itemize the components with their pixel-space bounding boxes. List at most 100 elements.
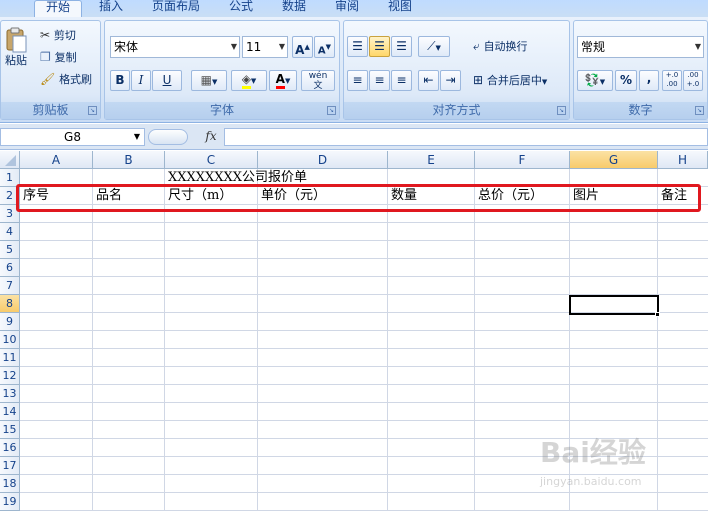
borders-button[interactable]: ▦▼ [191, 70, 227, 91]
copy-label: 复制 [54, 51, 77, 64]
watermark-url: jingyan.baidu.com [540, 475, 642, 488]
paste-button[interactable]: 粘贴 [2, 25, 30, 85]
cut-button[interactable]: ✂ 剪切 [39, 26, 99, 44]
name-box[interactable]: G8 ▼ [0, 128, 145, 146]
active-cell-g8[interactable] [569, 295, 659, 315]
column-gridline [92, 169, 93, 511]
formula-bar-splitter[interactable] [148, 129, 188, 145]
increase-decimal-button[interactable]: +.0 .00 [662, 70, 682, 91]
grow-font-button[interactable]: A▲ [292, 36, 313, 58]
percent-button[interactable]: % [615, 70, 637, 91]
middle-align-button[interactable]: ☰ [369, 36, 390, 57]
font-size-select[interactable]: 11 ▼ [242, 36, 288, 58]
decrease-decimal-button[interactable]: .00 +.0 [683, 70, 703, 91]
align-right-icon: ≡ [396, 73, 407, 87]
decrease-indent-button[interactable]: ⇤ [418, 70, 439, 91]
orientation-button[interactable]: ⟋▼ [418, 36, 450, 57]
column-header-g[interactable]: G [570, 151, 658, 169]
row-header-12[interactable]: 12 [0, 367, 20, 385]
copy-button[interactable]: ❐ 复制 [39, 48, 99, 66]
row-header-4[interactable]: 4 [0, 223, 20, 241]
formula-input[interactable] [224, 128, 708, 146]
tab-insert[interactable]: 插入 [92, 0, 130, 17]
alignment-group-label: 对齐方式 [344, 102, 569, 119]
number-format-select[interactable]: 常规 ▼ [577, 36, 704, 58]
row-header-16[interactable]: 16 [0, 439, 20, 457]
tab-data[interactable]: 数据 [275, 0, 313, 17]
tab-home[interactable]: 开始 [34, 0, 82, 17]
row-header-17[interactable]: 17 [0, 457, 20, 475]
select-all-corner[interactable] [0, 151, 20, 169]
bold-button[interactable]: B [110, 70, 130, 91]
column-gridline [387, 169, 388, 511]
row-gridline [20, 240, 708, 241]
format-painter-button[interactable]: 🖌 格式刷 [39, 70, 99, 88]
row-header-5[interactable]: 5 [0, 241, 20, 259]
underline-button[interactable]: U [152, 70, 182, 91]
increase-indent-button[interactable]: ⇥ [440, 70, 461, 91]
chevron-down-icon: ▼ [250, 77, 257, 85]
bottom-align-button[interactable]: ☰ [391, 36, 412, 57]
column-header-h[interactable]: H [658, 151, 708, 169]
column-header-e[interactable]: E [388, 151, 475, 169]
clipboard-group: 粘贴 ✂ 剪切 ❐ 复制 🖌 格式刷 剪贴板 ↘ [0, 20, 101, 120]
row-header-15[interactable]: 15 [0, 421, 20, 439]
shrink-font-button[interactable]: A▼ [314, 36, 335, 58]
column-header-b[interactable]: B [93, 151, 165, 169]
clipboard-launcher-icon[interactable]: ↘ [88, 106, 97, 115]
copy-icon: ❐ [40, 50, 51, 64]
tab-review[interactable]: 审阅 [328, 0, 366, 17]
alignment-launcher-icon[interactable]: ↘ [557, 106, 566, 115]
row-header-6[interactable]: 6 [0, 259, 20, 277]
name-box-value: G8 [64, 130, 81, 144]
number-group-label: 数字 [574, 102, 707, 119]
number-launcher-icon[interactable]: ↘ [695, 106, 704, 115]
row-header-14[interactable]: 14 [0, 403, 20, 421]
row-header-7[interactable]: 7 [0, 277, 20, 295]
align-left-button[interactable]: ≡ [347, 70, 368, 91]
paint-bucket-icon: ◈ [241, 72, 251, 89]
chevron-down-icon: ▼ [278, 42, 285, 51]
chevron-down-icon: ▼ [230, 42, 237, 51]
row-header-9[interactable]: 9 [0, 313, 20, 331]
chevron-down-icon: ▼ [694, 42, 701, 51]
align-center-button[interactable]: ≡ [369, 70, 390, 91]
phonetic-button[interactable]: wén 文 [301, 70, 335, 91]
font-color-button[interactable]: A▼ [269, 70, 297, 91]
font-name-select[interactable]: 宋体 ▼ [110, 36, 240, 58]
column-gridline [164, 169, 165, 511]
align-right-button[interactable]: ≡ [391, 70, 412, 91]
fill-handle[interactable] [655, 312, 660, 317]
wrap-text-button[interactable]: ⤶ 自动换行 [472, 36, 567, 57]
column-header-c[interactable]: C [165, 151, 258, 169]
merge-center-button[interactable]: ⊞ 合并后居中▼ [472, 70, 567, 91]
row-header-13[interactable]: 13 [0, 385, 20, 403]
row-header-10[interactable]: 10 [0, 331, 20, 349]
italic-button[interactable]: I [131, 70, 151, 91]
column-gridline [257, 169, 258, 511]
row-gridline [20, 330, 708, 331]
tab-formulas[interactable]: 公式 [222, 0, 260, 17]
text-orientation-icon: ⟋ [427, 39, 436, 53]
row-header-18[interactable]: 18 [0, 475, 20, 493]
top-align-button[interactable]: ☰ [347, 36, 368, 57]
cut-label: 剪切 [53, 29, 76, 42]
font-name-value: 宋体 [114, 40, 139, 54]
column-header-f[interactable]: F [475, 151, 570, 169]
font-launcher-icon[interactable]: ↘ [327, 106, 336, 115]
tab-page-layout[interactable]: 页面布局 [145, 0, 207, 17]
column-header-a[interactable]: A [20, 151, 93, 169]
tab-view[interactable]: 视图 [381, 0, 419, 17]
comma-style-button[interactable]: , [639, 70, 659, 91]
column-header-d[interactable]: D [258, 151, 388, 169]
increase-indent-icon: ⇥ [445, 73, 456, 87]
paste-label: 粘贴 [5, 54, 27, 67]
accounting-format-button[interactable]: 💱▼ [577, 70, 613, 91]
baidu-watermark: Bai经验 jingyan.baidu.com [540, 431, 700, 501]
row-header-8[interactable]: 8 [0, 295, 20, 313]
insert-function-button[interactable]: fx [200, 128, 222, 146]
fill-color-button[interactable]: ◈▼ [231, 70, 267, 91]
phonetic-icon: wén [308, 71, 328, 81]
row-header-19[interactable]: 19 [0, 493, 20, 511]
row-header-11[interactable]: 11 [0, 349, 20, 367]
